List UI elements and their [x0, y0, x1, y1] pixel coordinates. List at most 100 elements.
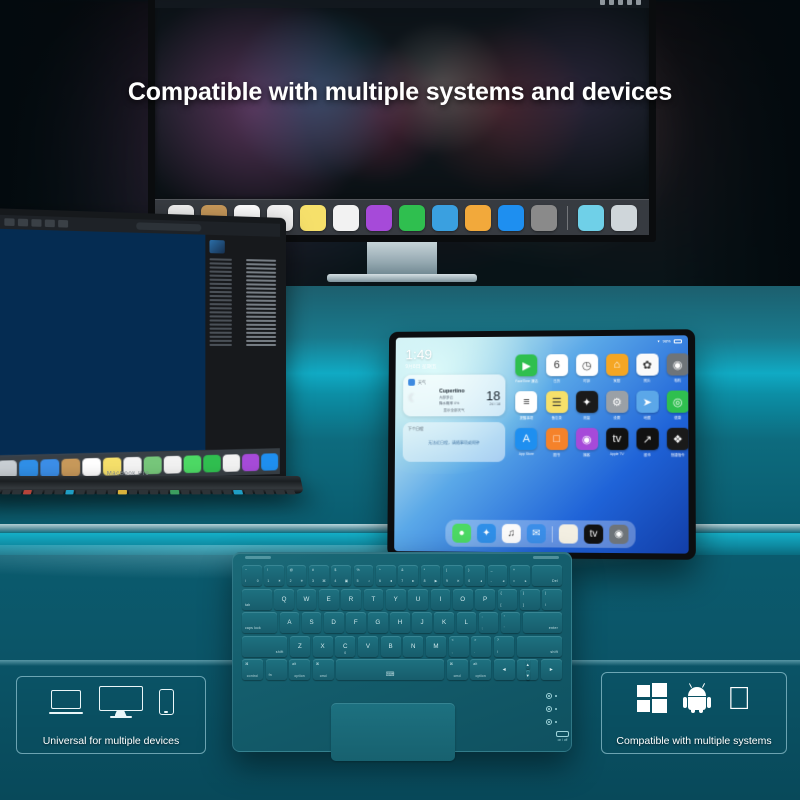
- macbook-key[interactable]: [212, 490, 222, 495]
- tablet-app[interactable]: ◉ 播客: [575, 427, 598, 457]
- dock-icon-downloads-folder[interactable]: [577, 204, 604, 231]
- macbook-key[interactable]: [180, 490, 190, 495]
- key-7[interactable]: & 7 ►: [398, 565, 419, 586]
- key-j[interactable]: J: [412, 612, 432, 633]
- weather-footer-link[interactable]: 显示全部天气: [408, 408, 500, 413]
- tablet-app[interactable]: □ 图书: [545, 427, 568, 457]
- dock-icon-Safari[interactable]: ✦: [476, 523, 496, 543]
- keyboard-case[interactable]: ~ \ 0! 1 ☀ @2 ☀ #3 ⌘ $4 ▣% 5 ⌕ ^ 6 ◄ & 7 ► * 8 ▶ (9 ✕) 0 ◂ _ - ◂ + = ▸ D…: [232, 552, 572, 761]
- dock-icon-music[interactable]: [222, 453, 241, 472]
- key-p[interactable]: P: [475, 588, 496, 610]
- key-1[interactable]: ! 1 ☀: [264, 565, 285, 586]
- macbook-key[interactable]: [33, 490, 43, 495]
- search-input[interactable]: [136, 222, 202, 232]
- dock-icon-music[interactable]: [332, 204, 359, 231]
- app-icon-日历[interactable]: 6: [545, 354, 568, 377]
- dock-icon-pages[interactable]: [464, 204, 491, 231]
- key-t[interactable]: T: [363, 588, 384, 610]
- key-control[interactable]: ⌘ control: [242, 659, 264, 680]
- key-arrow-up[interactable]: ▲: [525, 659, 530, 669]
- macbook-key[interactable]: [201, 490, 212, 495]
- dock-icon-app-store[interactable]: [497, 204, 524, 231]
- macbook-key[interactable]: [96, 490, 106, 495]
- tablet-app[interactable]: ❖ 快捷指令: [666, 427, 689, 457]
- dock-icon-Apple TV[interactable]: tv: [583, 524, 604, 544]
- key-,[interactable]: <,: [448, 635, 469, 657]
- macbook-key[interactable]: [285, 490, 296, 495]
- key-5[interactable]: % 5 ⌕: [353, 565, 374, 586]
- toolbar-button[interactable]: [17, 218, 29, 227]
- key-;[interactable]: :;: [478, 612, 499, 633]
- key-2[interactable]: @2 ☀: [286, 565, 307, 586]
- tablet-app[interactable]: ≡ 提醒事项: [515, 391, 538, 420]
- key--[interactable]: _ - ◂: [487, 565, 508, 586]
- toolbar-button[interactable]: [58, 219, 69, 228]
- key-a[interactable]: A: [279, 612, 300, 633]
- dock-icon-messages[interactable]: [183, 454, 202, 473]
- keyboard-keys[interactable]: ~ \ 0! 1 ☀ @2 ☀ #3 ⌘ $4 ▣% 5 ⌕ ^ 6 ◄ & 7 ► * 8 ▶ (9 ✕) 0 ◂ _ - ◂ + = ▸ D…: [242, 565, 562, 683]
- dock-icon-podcasts[interactable]: [242, 453, 260, 471]
- photo-app-toolbar[interactable]: [4, 218, 69, 228]
- key-⌨[interactable]: ⌨: [336, 659, 445, 680]
- key-arrows-updown[interactable]: ▲ ▼: [517, 659, 539, 680]
- dock-icon-播客[interactable]: ◉: [609, 524, 629, 545]
- key-i[interactable]: I: [430, 588, 451, 610]
- key-/[interactable]: ? /: [493, 635, 515, 657]
- key-l[interactable]: L: [456, 612, 477, 633]
- key-[[interactable]: {[: [497, 588, 518, 610]
- app-icon-时钟[interactable]: ◷: [575, 353, 598, 377]
- macbook-key[interactable]: [12, 490, 22, 495]
- key-cmd[interactable]: ⌘ cmd: [446, 659, 468, 680]
- macbook-key[interactable]: [54, 490, 64, 495]
- key-fn[interactable]: fn: [265, 659, 287, 680]
- key-c[interactable]: C0: [335, 635, 356, 657]
- macbook-key[interactable]: [117, 490, 127, 495]
- dock-icon-信息[interactable]: ●: [452, 523, 472, 543]
- app-icon-健康[interactable]: ◎: [666, 390, 689, 413]
- key-9[interactable]: (9 ✕: [442, 565, 463, 586]
- key-q[interactable]: Q: [274, 588, 295, 610]
- key-.[interactable]: >.: [471, 635, 492, 657]
- key-d[interactable]: D: [323, 612, 344, 633]
- toolbar-button[interactable]: [31, 219, 42, 227]
- app-icon-提醒事项[interactable]: ≡: [515, 391, 538, 414]
- app-icon-地图[interactable]: ➤: [636, 390, 659, 413]
- key-=[interactable]: + = ▸: [509, 565, 530, 586]
- key-][interactable]: }]: [519, 588, 540, 610]
- tablet-app-grid[interactable]: ▶ FaceTime 通话 6 日历 ◷ 时钟 ⌂ 家庭 ✿ 照片 ◉ 相机 ≡ 提醒事项 ☰ 备忘录 ✦ 测量 ⚙…: [515, 353, 689, 457]
- key-m[interactable]: M: [425, 635, 447, 657]
- app-icon-家庭[interactable]: ⌂: [605, 353, 628, 376]
- macbook-key[interactable]: [254, 490, 265, 495]
- key-enter[interactable]: enter: [522, 612, 562, 633]
- tablet-app[interactable]: ✦ 测量: [575, 390, 598, 420]
- tablet-app[interactable]: A App Store: [515, 428, 538, 457]
- macbook-key[interactable]: [128, 490, 138, 495]
- key-w[interactable]: W: [296, 588, 317, 610]
- macbook-key[interactable]: [107, 490, 117, 495]
- key-g[interactable]: G: [368, 612, 388, 633]
- key-option[interactable]: alt option: [289, 659, 311, 680]
- tablet-dock[interactable]: ● ✦ ♫ ✉ tv ◉: [445, 519, 636, 549]
- macbook-key[interactable]: [64, 490, 75, 495]
- app-icon-图书[interactable]: □: [545, 427, 568, 451]
- macbook-key[interactable]: [222, 490, 233, 495]
- key-z[interactable]: Z: [289, 635, 311, 657]
- key-e[interactable]: E: [318, 588, 339, 610]
- macbook-key[interactable]: [22, 490, 33, 495]
- dock-icon-podcasts[interactable]: [365, 204, 392, 231]
- key-b[interactable]: B: [380, 635, 401, 657]
- key-\[interactable]: ~ \ 0: [242, 565, 262, 586]
- app-icon-播客[interactable]: ◉: [575, 427, 598, 451]
- trackpad[interactable]: [331, 703, 455, 761]
- dock-icon-keynote[interactable]: [431, 204, 458, 231]
- tablet-app[interactable]: ⚙ 设置: [605, 390, 629, 420]
- key-cmd[interactable]: ⌘ cmd: [312, 659, 334, 680]
- macbook-key[interactable]: [233, 490, 243, 495]
- key-y[interactable]: Y: [385, 588, 406, 610]
- key-k[interactable]: K: [434, 612, 455, 633]
- tablet-app[interactable]: 6 日历: [545, 354, 568, 383]
- key-\[interactable]: | \: [542, 588, 562, 610]
- tablet-app[interactable]: ⌂ 家庭: [605, 353, 628, 383]
- toolbar-button[interactable]: [44, 219, 55, 228]
- dock-icon-trash[interactable]: [610, 204, 637, 231]
